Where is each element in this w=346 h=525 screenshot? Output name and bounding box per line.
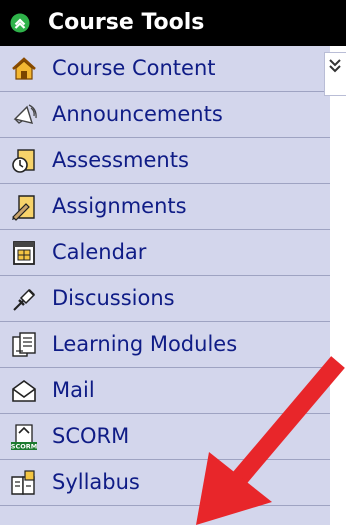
course-tools-panel: Course Tools Course Content Announcement…	[0, 0, 346, 525]
red-arrow-annotation	[196, 356, 345, 525]
